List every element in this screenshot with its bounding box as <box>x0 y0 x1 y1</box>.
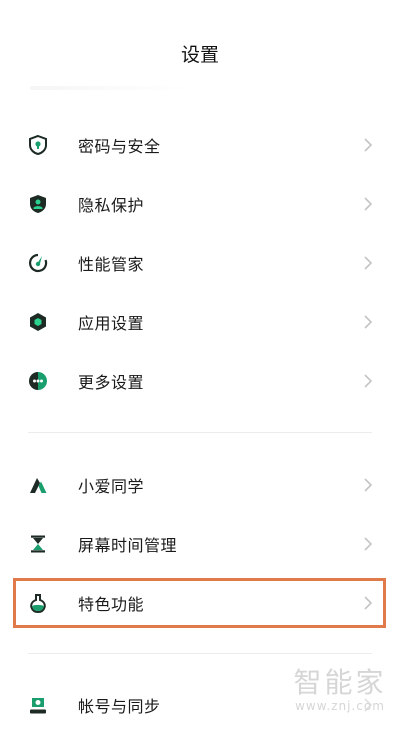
hexagon-settings-icon <box>25 309 51 335</box>
settings-item-label: 应用设置 <box>78 314 145 333</box>
settings-item-label: 屏幕时间管理 <box>78 536 178 555</box>
more-dots-icon <box>25 368 51 394</box>
privacy-shield-icon <box>25 191 51 217</box>
chevron-right-icon <box>364 374 373 388</box>
chevron-right-icon <box>364 315 373 329</box>
page-title: 设置 <box>180 44 219 66</box>
scroll-fade-divider <box>30 86 190 90</box>
chevron-right-icon <box>364 197 373 211</box>
site-watermark: 智能家 www.znj.com <box>290 668 390 714</box>
settings-item-app-settings[interactable]: 应用设置 <box>0 296 400 348</box>
settings-item-label: 更多设置 <box>78 373 145 392</box>
settings-item-xiaoai[interactable]: 小爱同学 <box>0 459 400 511</box>
performance-dial-icon <box>25 250 51 276</box>
xiaoai-icon <box>25 472 51 498</box>
hourglass-icon <box>25 531 51 557</box>
settings-item-label: 小爱同学 <box>78 477 145 496</box>
settings-item-performance[interactable]: 性能管家 <box>0 237 400 289</box>
shield-lock-icon <box>25 132 51 158</box>
settings-item-more-settings[interactable]: 更多设置 <box>0 355 400 407</box>
settings-item-privacy[interactable]: 隐私保护 <box>0 178 400 230</box>
chevron-right-icon <box>364 256 373 270</box>
section-divider <box>28 653 372 654</box>
section-divider <box>28 432 372 433</box>
watermark-url: www.znj.com <box>295 699 385 713</box>
account-icon <box>25 692 51 718</box>
chevron-right-icon <box>364 138 373 152</box>
highlight-annotation-box <box>13 578 386 628</box>
settings-item-label: 隐私保护 <box>78 196 145 215</box>
settings-item-label: 帐号与同步 <box>78 697 161 716</box>
chevron-right-icon <box>364 537 373 551</box>
settings-item-label: 性能管家 <box>78 255 145 274</box>
watermark-logo-text: 智能家 <box>293 666 387 699</box>
settings-item-screen-time[interactable]: 屏幕时间管理 <box>0 518 400 570</box>
settings-item-password-security[interactable]: 密码与安全 <box>0 119 400 171</box>
settings-item-label: 密码与安全 <box>78 137 161 156</box>
chevron-right-icon <box>364 478 373 492</box>
